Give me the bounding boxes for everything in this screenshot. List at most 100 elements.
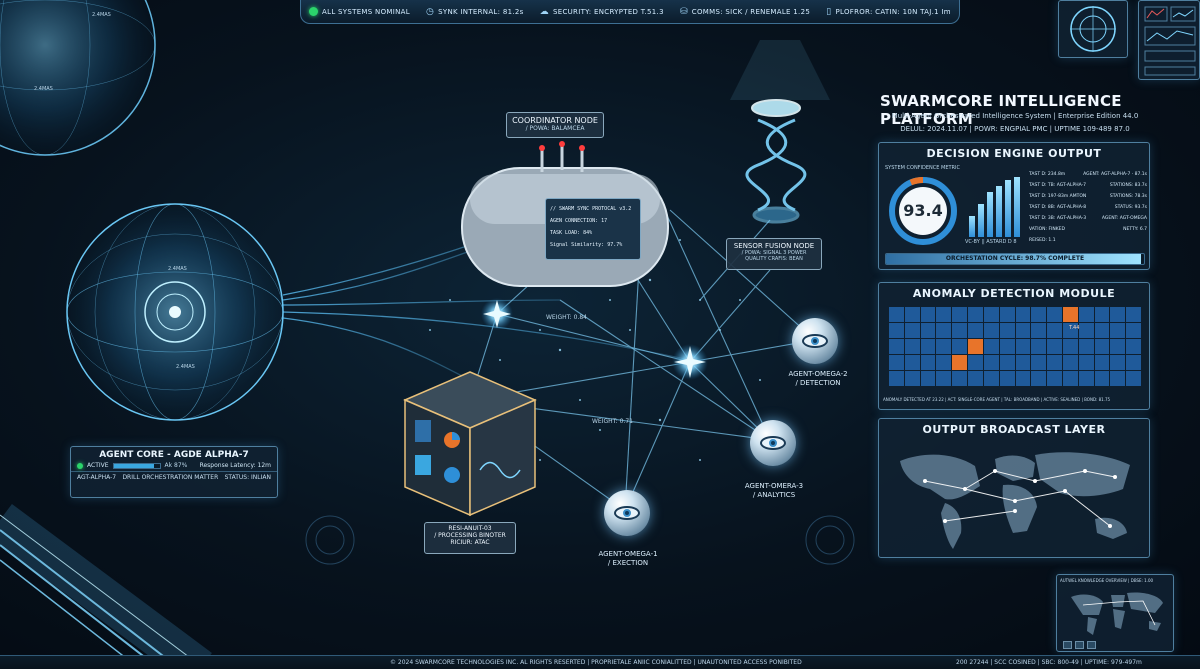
heatmap-cell: [1078, 339, 1094, 354]
heatmap-cell: [1047, 307, 1062, 322]
sphere-label: 2.4MAS: [176, 364, 195, 370]
network-node-star: [672, 344, 708, 380]
device-icon: ▯: [826, 6, 832, 17]
heatmap-cell: [983, 355, 999, 370]
knowledge-overview-widget[interactable]: AUTWEL KNOWLEDGE OVERVIEW | DBSE: 1.00: [1056, 574, 1174, 652]
decision-engine-title: DECISION ENGINE OUTPUT: [926, 147, 1102, 160]
eye-icon: [802, 334, 828, 348]
coordinator-screen-line: // SWARM SYNC PROTOCAL v3.2: [550, 206, 632, 212]
decision-task-cell: NETTY: 6.7: [1123, 227, 1147, 232]
agent-name: AGENT-OMEGA-1: [598, 550, 658, 558]
heatmap-cell: [936, 339, 952, 354]
heatmap-cell: [889, 371, 904, 386]
gauge-caption: SYSTEM CONFIDENCE METRIC: [885, 165, 960, 171]
heatmap-cell: [968, 371, 983, 386]
eye-icon: [614, 506, 640, 520]
anomaly-title: ANOMALY DETECTION MODULE: [912, 287, 1116, 300]
heatmap-cell: [999, 323, 1015, 338]
agent-core-title: AGENT CORE - AGDE ALPHA-7: [99, 450, 249, 460]
coordinator-title: COORDINATOR NODE: [512, 116, 598, 125]
decision-task-cell: REISED: 1.1: [1029, 238, 1056, 243]
world-map: [900, 452, 1130, 549]
agent-omega-2-orb[interactable]: [792, 318, 838, 364]
pupil: [769, 439, 777, 447]
platform-title: SWARMCORE INTELLIGENCE PLATFORM: [880, 92, 1122, 128]
agent-core-role: DRILL ORCHESTRATION MATTER: [122, 474, 219, 481]
confidence-bar: [987, 192, 993, 237]
mini-stats-widget[interactable]: [1138, 0, 1200, 80]
eye-icon: [760, 436, 786, 450]
minimap-badges: [1063, 641, 1096, 649]
sphere-label: 2.4MAS: [168, 266, 187, 272]
sensor-title: SENSOR FUSION NODE: [733, 242, 815, 250]
platform-status: ▯ PLOFROR: CATIN: 10N TAJ.1 Im: [826, 6, 951, 17]
confidence-bar: [1014, 177, 1020, 237]
heatmap-cell: [1078, 323, 1094, 338]
heatmap-cell: [904, 307, 920, 322]
heatmap-cell: [1031, 323, 1047, 338]
agent-core-meta-row: AGT-ALPHA-7 DRILL ORCHESTRATION MATTER S…: [71, 471, 277, 483]
cube-line2: / PROCESSING BINOTER: [434, 532, 506, 539]
decision-task-row: TAST D: 234.8m AGENT: AGT-ALPHA-7 · 87.1s: [1029, 169, 1147, 180]
heatmap-cell: [1031, 307, 1047, 322]
sphere-label: 2.4MAS: [92, 12, 111, 18]
heatmap-cell: [1126, 307, 1141, 322]
gauge-value: 93.4: [903, 201, 943, 220]
heatmap-cell: [1078, 371, 1094, 386]
pupil: [811, 337, 819, 345]
decision-task-cell: AGENT: AGT-OMEGA: [1101, 216, 1147, 221]
heatmap-cell: [1015, 371, 1031, 386]
minimap-icon: [1071, 592, 1163, 635]
radar-widget[interactable]: [1058, 0, 1128, 58]
broadcast-panel[interactable]: OUTPUT BROADCAST LAYER: [878, 418, 1150, 558]
heatmap-cell: [936, 323, 952, 338]
decision-task-row: TAST D: 8B: AGT-ALPHA-8 STATUS: 93.7s: [1029, 202, 1147, 213]
heatmap-cell: [1094, 339, 1110, 354]
decision-task-row: VATION: FINKED NETTY: 6.7: [1029, 224, 1147, 235]
agent-core-panel[interactable]: AGENT CORE - AGDE ALPHA-7 ACTIVE Ak 87% …: [70, 446, 278, 498]
sensor-fusion-label[interactable]: SENSOR FUSION NODE / POWA: SIGNAL 3 POWE…: [726, 238, 822, 270]
heatmap-anomaly-cell: [952, 355, 968, 370]
anomaly-panel[interactable]: ANOMALY DETECTION MODULE T.44 ANOMALY DE…: [878, 282, 1150, 410]
coordinator-label[interactable]: COORDINATOR NODE / POWA: BALAMCEA: [506, 112, 604, 138]
sensor-line2: QUALITY CRAFIS: BEAN: [745, 256, 803, 262]
confidence-bar: [969, 216, 975, 237]
status-ok-icon: [309, 7, 319, 16]
heatmap-cell: [936, 371, 952, 386]
heatmap-cell: [968, 307, 983, 322]
agent-omega-1-orb[interactable]: [604, 490, 650, 536]
decision-task-row: TAST D: TB: AGT-ALPHA-7 STATIONS: 83.7s: [1029, 180, 1147, 191]
cube-line1: RESI-ANUIT-03: [448, 525, 492, 532]
agent-core-latency: Response Latency: 12m: [199, 462, 271, 469]
heatmap-anomaly-cell: [968, 339, 983, 354]
heatmap-anomaly-cell: [1062, 307, 1078, 322]
decision-engine-panel[interactable]: DECISION ENGINE OUTPUT SYSTEM CONFIDENCE…: [878, 142, 1150, 270]
decision-task-row: REISED: 1.1: [1029, 235, 1147, 246]
heatmap-cell: [889, 307, 904, 322]
sync-status: ◷ SYNK INTERNAL: 81.2s: [426, 6, 524, 17]
heatmap-cell: [1126, 355, 1141, 370]
agent-role: / EXECTION: [607, 559, 649, 567]
agent-core-status: ACTIVE: [87, 462, 109, 469]
heatmap-cell: [1126, 323, 1141, 338]
agent-omega-3-orb[interactable]: [750, 420, 796, 466]
top-status-bar: ALL SYSTEMS NOMINAL ◷ SYNK INTERNAL: 81.…: [300, 0, 960, 24]
footer-copyright: © 2024 SWARMCORE TECHNOLOGIES INC. AL RI…: [390, 659, 802, 666]
heatmap-cell: [920, 339, 936, 354]
agent-name: AGENT-OMERA-3: [744, 482, 804, 490]
platform-meta: DELUL: 2024.11.07 | POWR: ENGPIAL PMC | …: [900, 125, 1130, 133]
decision-task-cell: STATIONS: 83.7s: [1109, 183, 1147, 188]
agent-core-sphere: [66, 203, 284, 421]
heatmap-cell: [1126, 339, 1141, 354]
heatmap-cell: [1047, 323, 1062, 338]
decision-task-row: TAST D: 197-83m AMTON STATIONS: 78.3s: [1029, 191, 1147, 202]
decision-task-cell: TAST D: 234.8m: [1029, 172, 1066, 177]
heatmap-cell: [1031, 371, 1047, 386]
weight-label: WEIGHT: 0.71: [592, 418, 633, 425]
anomaly-heatmap: [889, 307, 1141, 386]
decision-task-cell: TAST D: 197-83m AMTON: [1029, 194, 1087, 199]
coordinator-screen-line: TASK LOAD: 84%: [550, 230, 593, 236]
heatmap-cell: [1110, 307, 1126, 322]
coordinator-screen-line: AGEN CONNECTION: 17: [550, 218, 608, 224]
processing-unit-label[interactable]: RESI-ANUIT-03 / PROCESSING BINOTER RICIU…: [424, 522, 516, 554]
